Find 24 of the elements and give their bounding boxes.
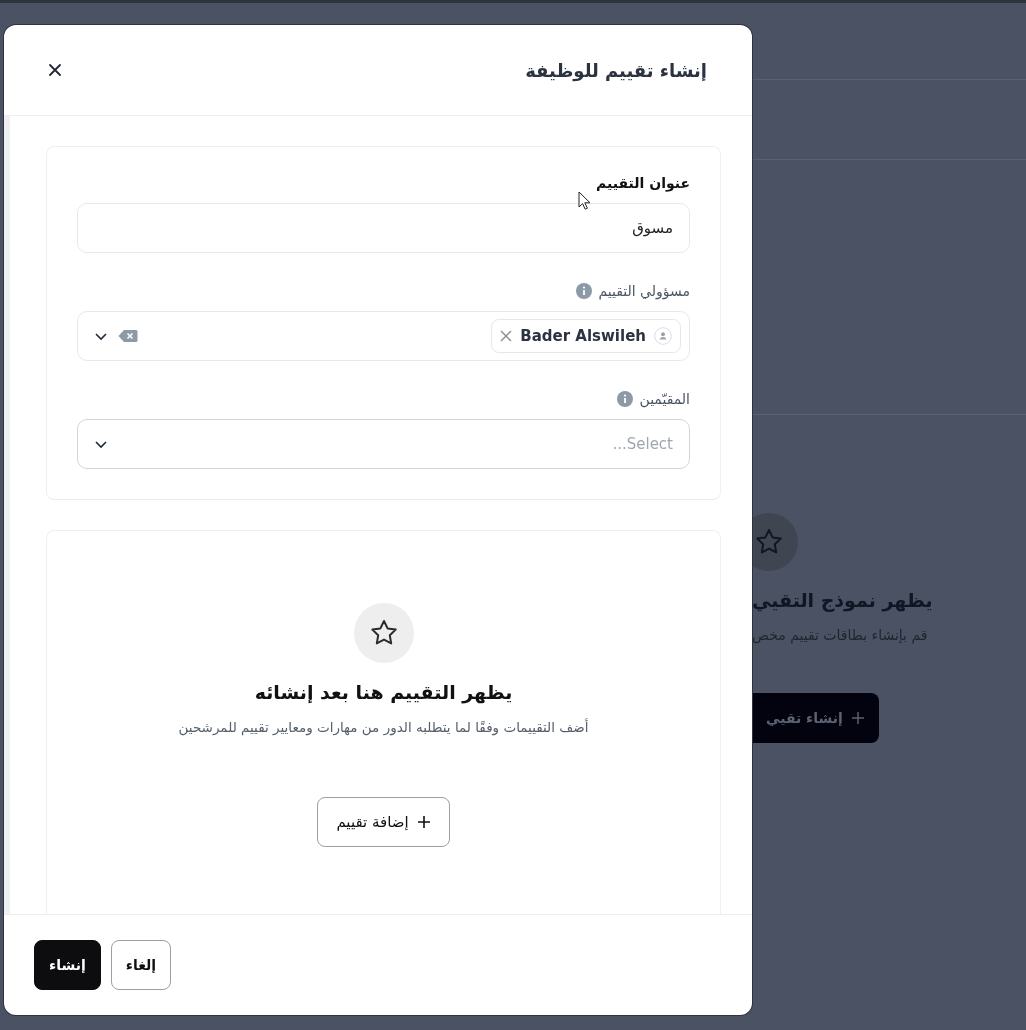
user-name: Bader Alswileh — [520, 327, 646, 345]
remove-icon[interactable] — [500, 330, 513, 342]
plus-icon — [416, 815, 431, 829]
add-assessment-button[interactable]: إضافة تقييم — [317, 797, 450, 847]
cursor-icon — [578, 191, 590, 211]
assessors-select[interactable]: Bader Alswileh — [77, 311, 690, 361]
star-icon — [752, 513, 798, 571]
info-icon — [617, 391, 634, 407]
empty-state-description: أضف التقييمات وفقًا لما يتطلبه الدور من مهارات ومعايير تقييم للمرشحين — [178, 719, 589, 735]
field-label: مسؤولي التقييم — [598, 283, 690, 299]
close-button[interactable] — [46, 61, 64, 79]
plus-icon — [850, 711, 865, 725]
title-input[interactable]: مسوق — [77, 203, 690, 253]
field-label: المقيّمين — [639, 391, 690, 407]
empty-state-title: يظهر نموذج التقيي — [752, 589, 933, 611]
dialog-title: إنشاء تقييم للوظيفة — [525, 59, 707, 81]
select-placeholder: Select... — [612, 435, 673, 453]
empty-state-title: يظهر التقييم هنا بعد إنشائه — [254, 681, 513, 703]
create-button[interactable]: إنشاء — [34, 940, 101, 990]
info-icon — [576, 283, 593, 299]
clear-icon[interactable] — [118, 329, 138, 343]
field-label: عنوان التقييم — [596, 175, 690, 191]
user-icon — [654, 327, 672, 345]
cancel-button[interactable]: إلغاء — [110, 940, 172, 990]
